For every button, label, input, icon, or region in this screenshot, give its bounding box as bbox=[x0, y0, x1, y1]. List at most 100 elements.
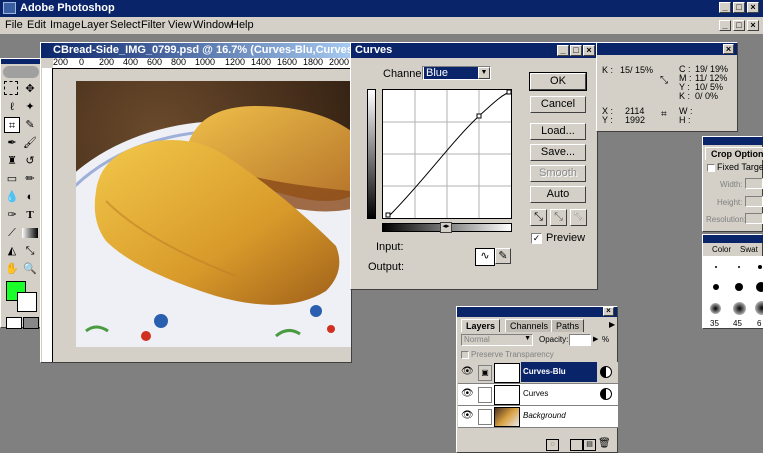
airbrush-tool-icon[interactable]: ✒ bbox=[4, 135, 20, 151]
curve-point-tool-button[interactable]: ∿ bbox=[475, 248, 495, 266]
auto-button[interactable]: Auto bbox=[530, 186, 586, 203]
menu-layer[interactable]: Layer bbox=[81, 19, 109, 31]
menu-view[interactable]: View bbox=[168, 19, 192, 31]
white-eyedropper-icon[interactable]: ⤡ bbox=[570, 209, 587, 226]
brush-tip[interactable] bbox=[715, 266, 717, 268]
layer-row-curves[interactable]: 👁 Curves bbox=[458, 384, 618, 406]
brush-tip[interactable] bbox=[758, 265, 762, 269]
curves-title-bar[interactable]: Curves _ □ × bbox=[351, 43, 597, 58]
opacity-arrow-icon[interactable]: ▶ bbox=[593, 335, 598, 343]
layer-link-icon[interactable] bbox=[478, 409, 492, 425]
menu-help[interactable]: Help bbox=[231, 19, 254, 31]
layer-link-icon[interactable] bbox=[478, 387, 492, 403]
menu-image[interactable]: Image bbox=[50, 19, 81, 31]
gray-eyedropper-icon[interactable]: ⤡ bbox=[550, 209, 567, 226]
menu-window[interactable]: Window bbox=[193, 19, 232, 31]
eraser-tool-icon[interactable]: ▭ bbox=[4, 171, 20, 187]
fixed-target-checkbox[interactable] bbox=[707, 164, 715, 172]
move-tool-icon[interactable]: ✥ bbox=[22, 81, 38, 97]
tab-paths[interactable]: Paths bbox=[551, 319, 585, 332]
brush-tip[interactable] bbox=[738, 266, 740, 268]
tab-layers[interactable]: Layers bbox=[461, 319, 501, 332]
menu-file[interactable]: File bbox=[5, 19, 23, 31]
brushes-title-bar[interactable] bbox=[703, 235, 763, 243]
cancel-button[interactable]: Cancel bbox=[530, 96, 586, 113]
chevron-down-icon[interactable]: ▼ bbox=[478, 67, 490, 79]
paintbrush-tool-icon[interactable]: 🖌 bbox=[22, 135, 38, 151]
curves-graph[interactable] bbox=[382, 89, 512, 219]
layer-row-background[interactable]: 👁 Background bbox=[458, 406, 618, 428]
ok-button[interactable]: OK bbox=[529, 72, 587, 91]
load-button[interactable]: Load... bbox=[530, 123, 586, 140]
brush-tip[interactable] bbox=[735, 283, 743, 291]
blur-tool-icon[interactable]: 💧 bbox=[4, 189, 20, 205]
opacity-input[interactable] bbox=[569, 334, 591, 346]
magic-wand-tool-icon[interactable]: ✦ bbox=[22, 99, 38, 115]
paint-bucket-tool-icon[interactable]: ◭ bbox=[4, 243, 20, 259]
crop-width-input[interactable] bbox=[745, 178, 763, 189]
curves-minimize-button[interactable]: _ bbox=[557, 45, 569, 56]
tab-swatches[interactable]: Swat bbox=[740, 245, 758, 254]
curves-close-button[interactable]: × bbox=[583, 45, 595, 56]
crop-tool-icon[interactable]: ⌗ bbox=[4, 117, 20, 133]
app-close-button[interactable]: × bbox=[747, 2, 759, 13]
gradient-tool-icon[interactable] bbox=[22, 228, 38, 238]
smooth-button[interactable]: Smooth bbox=[530, 165, 586, 182]
menu-edit[interactable]: Edit bbox=[27, 19, 46, 31]
brush-tip[interactable] bbox=[710, 303, 721, 314]
eye-icon[interactable]: 👁 bbox=[461, 410, 474, 421]
gradient-swap-icon[interactable]: ◂▸ bbox=[440, 222, 452, 233]
menu-select[interactable]: Select bbox=[110, 19, 141, 31]
app-minimize-button[interactable]: _ bbox=[719, 2, 731, 13]
menu-filter[interactable]: Filter bbox=[141, 19, 165, 31]
chevron-down-icon[interactable]: ▼ bbox=[524, 335, 531, 342]
layers-close-button[interactable]: × bbox=[603, 307, 614, 316]
trash-icon[interactable]: 🗑 bbox=[598, 438, 611, 449]
doc-close-button[interactable]: × bbox=[747, 20, 759, 31]
brush-tip[interactable] bbox=[713, 284, 719, 290]
doc-minimize-button[interactable]: _ bbox=[719, 20, 731, 31]
doc-restore-button[interactable]: □ bbox=[733, 20, 745, 31]
new-layer-icon[interactable]: ▤ bbox=[583, 439, 596, 451]
background-color-swatch[interactable] bbox=[17, 292, 37, 312]
brush-tip[interactable] bbox=[755, 301, 763, 315]
eye-icon[interactable]: 👁 bbox=[461, 366, 474, 377]
type-tool-icon[interactable]: T bbox=[22, 207, 38, 223]
zoom-tool-icon[interactable]: 🔍 bbox=[22, 261, 38, 277]
save-button[interactable]: Save... bbox=[530, 144, 586, 161]
hand-tool-icon[interactable]: ✋ bbox=[4, 261, 20, 277]
dodge-tool-icon[interactable]: ◐ bbox=[22, 189, 38, 205]
preserve-transparency-checkbox[interactable] bbox=[461, 351, 469, 359]
crop-height-input[interactable] bbox=[745, 196, 763, 207]
info-close-button[interactable]: × bbox=[723, 44, 734, 54]
app-maximize-button[interactable]: □ bbox=[733, 2, 745, 13]
tab-color[interactable]: Color bbox=[712, 245, 731, 254]
rubber-stamp-tool-icon[interactable]: ♜ bbox=[4, 153, 20, 169]
curves-maximize-button[interactable]: □ bbox=[570, 45, 582, 56]
pencil-draw-tool-button[interactable]: ✎ bbox=[495, 248, 511, 264]
panel-menu-arrow-icon[interactable]: ▶ bbox=[609, 320, 615, 329]
history-brush-tool-icon[interactable]: ↺ bbox=[22, 153, 38, 169]
black-eyedropper-icon[interactable]: ⤡ bbox=[530, 209, 547, 226]
channel-select[interactable]: Blue ▼ bbox=[422, 66, 491, 80]
quick-mask-off-icon[interactable] bbox=[6, 317, 22, 329]
brush-tip[interactable] bbox=[756, 282, 763, 292]
image-canvas[interactable] bbox=[76, 81, 351, 347]
layers-title-bar[interactable]: × bbox=[457, 307, 617, 317]
layer-row-curves-blu[interactable]: 👁 ▣ Curves-Blu bbox=[458, 362, 618, 384]
measure-tool-icon[interactable]: ⟋ bbox=[4, 225, 20, 241]
eyedropper-tool-icon[interactable]: ⤡ bbox=[22, 243, 38, 259]
preview-checkbox[interactable]: ✓ bbox=[531, 233, 542, 244]
quick-mask-on-icon[interactable] bbox=[23, 317, 39, 329]
new-mask-icon[interactable]: ◌ bbox=[546, 439, 559, 451]
crop-tab[interactable]: Crop Options bbox=[705, 147, 763, 160]
lasso-tool-icon[interactable]: ℓ bbox=[4, 99, 20, 115]
pencil-tool-icon[interactable]: ✏ bbox=[22, 171, 38, 187]
new-set-icon[interactable] bbox=[570, 439, 583, 451]
blend-mode-select[interactable]: Normal ▼ bbox=[461, 334, 533, 346]
slice-tool-icon[interactable]: ✎ bbox=[22, 117, 38, 133]
marquee-tool-icon[interactable] bbox=[4, 81, 18, 95]
tab-channels[interactable]: Channels bbox=[505, 319, 554, 332]
brush-tip[interactable] bbox=[733, 302, 746, 315]
info-title-bar[interactable]: × bbox=[597, 43, 737, 55]
